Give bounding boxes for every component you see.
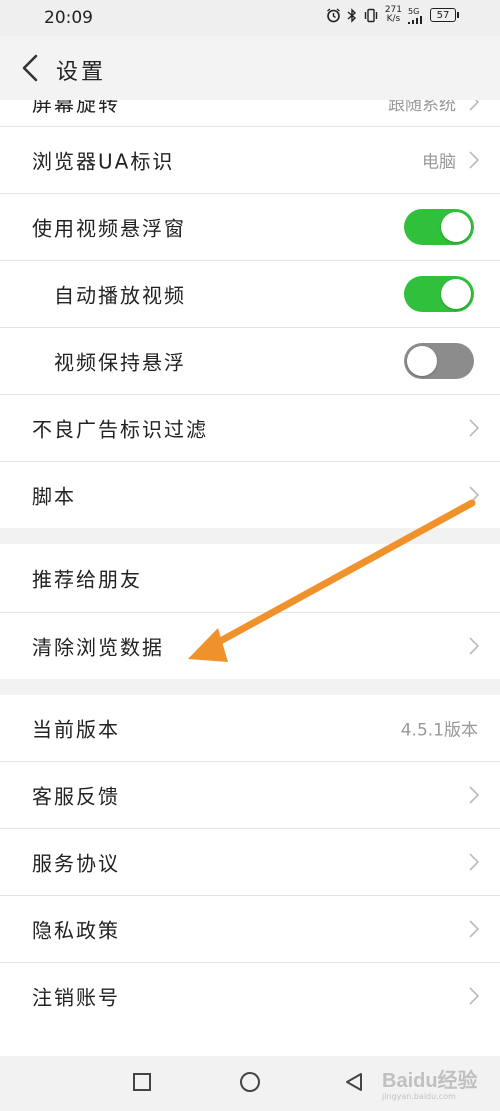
back-triangle-icon[interactable]: [344, 1072, 364, 1092]
chevron-right-icon: [469, 151, 480, 169]
toggle-knob: [407, 346, 437, 376]
settings-row-label: 注销账号: [32, 985, 120, 1010]
settings-row-label: 当前版本: [32, 717, 120, 742]
settings-row-label: 浏览器UA标识: [32, 149, 175, 174]
page-title: 设置: [56, 60, 107, 85]
watermark-text: Baidu经验: [382, 1070, 478, 1092]
network-speed-unit: K/s: [386, 14, 401, 24]
settings-row-ua[interactable]: 浏览器UA标识 电脑: [0, 127, 500, 194]
settings-row-label: 推荐给朋友: [32, 567, 142, 592]
settings-row-logout[interactable]: 注销账号: [0, 963, 500, 1029]
settings-header: 设置: [0, 36, 500, 100]
settings-row-autoplay: 自动播放视频: [0, 261, 500, 328]
chevron-left-icon: [22, 54, 38, 82]
status-time: 20:09: [44, 8, 93, 28]
settings-row-label: 视频保持悬浮: [54, 350, 186, 375]
back-button[interactable]: [16, 52, 46, 84]
settings-row-recommend[interactable]: 推荐给朋友: [0, 544, 500, 613]
settings-row-label: 客服反馈: [32, 784, 120, 809]
keep-float-toggle[interactable]: [404, 343, 474, 379]
settings-row-ad-filter[interactable]: 不良广告标识过滤: [0, 395, 500, 462]
settings-row-screen-rotation[interactable]: 屏幕旋转 跟随系统: [0, 100, 500, 127]
toggle-knob: [441, 212, 471, 242]
settings-row-label: 使用视频悬浮窗: [32, 216, 186, 241]
settings-row-label: 屏幕旋转: [32, 100, 120, 116]
status-bar: 20:09 271 K/s 5G 57: [0, 0, 500, 36]
bluetooth-icon: [347, 7, 356, 23]
settings-list: 屏幕旋转 跟随系统 浏览器UA标识 电脑 使用视频悬浮窗 自动播放视频 视频保持…: [0, 100, 500, 1029]
chevron-right-icon: [469, 853, 480, 871]
settings-row-video-float: 使用视频悬浮窗: [0, 194, 500, 261]
network-type: 5G: [408, 7, 424, 24]
settings-row-clear-data[interactable]: 清除浏览数据: [0, 613, 500, 679]
status-icons: 271 K/s 5G 57: [326, 6, 459, 24]
chevron-right-icon: [469, 419, 480, 437]
settings-row-label: 不良广告标识过滤: [32, 417, 208, 442]
settings-row-label: 服务协议: [32, 851, 120, 876]
settings-row-value: 4.5.1版本: [400, 720, 478, 741]
video-float-toggle[interactable]: [404, 209, 474, 245]
section-divider: [0, 528, 500, 544]
chevron-right-icon: [469, 486, 480, 504]
settings-row-label: 自动播放视频: [54, 283, 186, 308]
settings-row-keep-float: 视频保持悬浮: [0, 328, 500, 395]
signal-icon: [408, 15, 422, 24]
settings-row-label: 隐私政策: [32, 918, 120, 943]
settings-row-value: 跟随系统: [388, 100, 456, 115]
chevron-right-icon: [469, 987, 480, 1005]
section-divider: [0, 679, 500, 695]
chevron-right-icon: [469, 786, 480, 804]
chevron-right-icon: [469, 100, 480, 111]
chevron-right-icon: [469, 637, 480, 655]
settings-row-privacy[interactable]: 隐私政策: [0, 896, 500, 963]
settings-row-label: 脚本: [32, 484, 76, 509]
chevron-right-icon: [469, 920, 480, 938]
autoplay-toggle[interactable]: [404, 276, 474, 312]
settings-row-label: 清除浏览数据: [32, 635, 164, 660]
settings-row-service[interactable]: 服务协议: [0, 829, 500, 896]
settings-row-value: 电脑: [422, 152, 456, 173]
home-button[interactable]: [240, 1072, 260, 1092]
settings-row-script[interactable]: 脚本: [0, 462, 500, 528]
alarm-icon: [326, 7, 340, 22]
watermark-sub: jingyan.baidu.com: [382, 1092, 456, 1101]
recent-apps-button[interactable]: [133, 1073, 151, 1091]
vibrate-icon: [364, 8, 378, 22]
network-speed: 271 K/s: [385, 6, 402, 24]
toggle-knob: [441, 279, 471, 309]
settings-row-version: 当前版本 4.5.1版本: [0, 695, 500, 762]
network-type-label: 5G: [408, 6, 420, 16]
settings-row-feedback[interactable]: 客服反馈: [0, 762, 500, 829]
battery-icon: 57: [430, 8, 459, 22]
watermark: Baidu经验 jingyan.baidu.com: [378, 1056, 496, 1108]
